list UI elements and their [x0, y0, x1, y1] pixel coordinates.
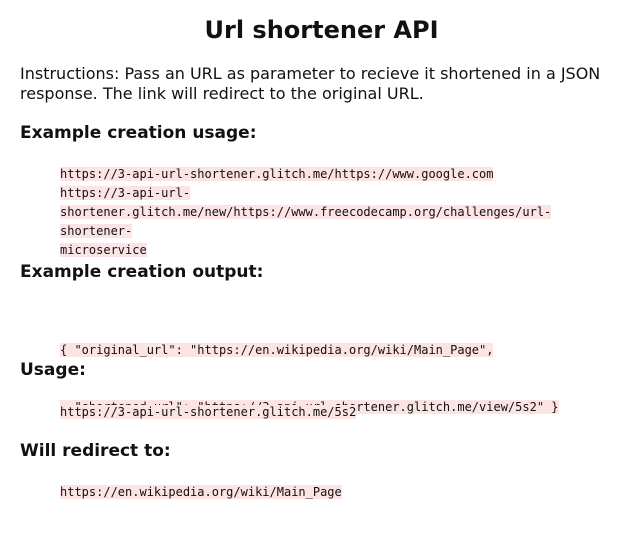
code-line: https://3-api-url-	[60, 184, 623, 203]
code-text: { "original_url": "https://en.wikipedia.…	[60, 343, 494, 357]
page-title: Url shortener API	[204, 16, 439, 44]
code-line: microservice	[60, 241, 623, 260]
instructions-text: Instructions: Pass an URL as parameter t…	[20, 64, 601, 103]
code-text: https://3-api-url-shortener.glitch.me/ht…	[60, 167, 494, 181]
code-text: https://3-api-url-	[60, 186, 191, 200]
creation-output-heading: Example creation output:	[20, 262, 264, 282]
code-line: { "original_url": "https://en.wikipedia.…	[60, 341, 623, 360]
code-line: https://en.wikipedia.org/wiki/Main_Page	[60, 483, 623, 502]
usage-heading: Usage:	[20, 360, 86, 380]
creation-output-code: { "original_url": "https://en.wikipedia.…	[60, 303, 623, 455]
code-line: https://3-api-url-shortener.glitch.me/5s…	[60, 403, 623, 422]
code-text: https://3-api-url-shortener.glitch.me/5s…	[60, 405, 357, 419]
redirect-code: https://en.wikipedia.org/wiki/Main_Page	[60, 483, 623, 502]
code-line: shortener.glitch.me/new/https://www.free…	[60, 203, 623, 241]
usage-code: https://3-api-url-shortener.glitch.me/5s…	[60, 403, 623, 422]
code-text: microservice	[60, 243, 147, 257]
creation-usage-code: https://3-api-url-shortener.glitch.me/ht…	[60, 165, 623, 260]
code-text: https://en.wikipedia.org/wiki/Main_Page	[60, 485, 342, 499]
redirect-heading: Will redirect to:	[20, 441, 171, 461]
code-text: shortener.glitch.me/new/https://www.free…	[60, 205, 552, 238]
code-line: https://3-api-url-shortener.glitch.me/ht…	[60, 165, 623, 184]
creation-usage-heading: Example creation usage:	[20, 123, 257, 143]
